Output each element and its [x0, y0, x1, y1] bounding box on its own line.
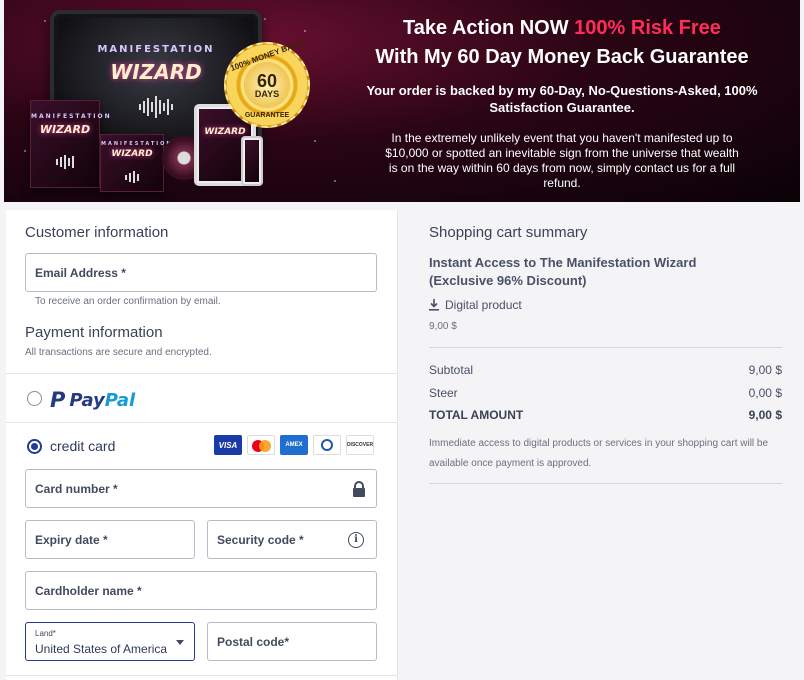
- headline-part1: Take Action NOW: [403, 17, 575, 39]
- divider: [429, 483, 782, 484]
- headline-line2: With My 60 Day Money Back Guarantee: [375, 46, 749, 68]
- subtotal-label: Subtotal: [429, 363, 474, 377]
- diners-icon: [313, 435, 341, 455]
- soundwave-icon: [139, 96, 173, 118]
- paypal-logo[interactable]: P PayPal: [50, 388, 135, 412]
- paypal-radio[interactable]: [27, 391, 42, 406]
- tax-value: 0,00 $: [748, 386, 782, 400]
- payment-info-title: Payment information: [25, 324, 163, 341]
- cardholder-name-field[interactable]: Cardholder name *: [25, 571, 377, 610]
- customer-info-title: Customer information: [25, 224, 169, 241]
- product-bundle-image: MANIFESTATION WIZARD MANIFESTATION WIZAR…: [4, 0, 334, 202]
- cart-summary: Shopping cart summary Instant Access to …: [398, 210, 800, 680]
- product-box: MANIFESTATION WIZARD: [30, 100, 112, 188]
- paypal-icon: P: [50, 388, 66, 412]
- info-icon[interactable]: i: [348, 531, 364, 548]
- visa-icon: VISA: [214, 435, 242, 455]
- seal-number: 60: [256, 70, 278, 91]
- guarantee-text: Take Action NOW 100% Risk Free With My 6…: [330, 14, 794, 191]
- credit-card-label[interactable]: credit card: [50, 438, 115, 454]
- security-label: Security code *: [217, 532, 304, 547]
- divider: [6, 675, 398, 676]
- divider: [6, 373, 398, 374]
- case-brand-name: WIZARD: [111, 149, 153, 159]
- total-value: 9,00 $: [748, 408, 782, 422]
- case-soundwave-icon: [125, 171, 139, 183]
- tax-label: Steer: [429, 386, 458, 400]
- divider: [429, 347, 782, 348]
- postal-label: Postal code*: [217, 634, 290, 649]
- divider: [6, 422, 398, 423]
- guarantee-banner: MANIFESTATION WIZARD MANIFESTATION WIZAR…: [4, 0, 800, 202]
- product-brand-top: MANIFESTATION: [97, 44, 215, 55]
- hero-body: In the extremely unlikely event that you…: [385, 131, 739, 190]
- paypal-pay-text: Pay: [69, 389, 105, 411]
- access-note: Immediate access to digital products or …: [429, 438, 769, 469]
- email-hint: To receive an order confirmation by emai…: [35, 296, 221, 307]
- payment-subtitle: All transactions are secure and encrypte…: [25, 347, 212, 358]
- tax-row: Steer 0,00 $: [429, 386, 782, 400]
- security-code-field[interactable]: Security code * i: [207, 520, 377, 559]
- download-icon: [429, 299, 439, 311]
- product-type: Digital product: [429, 298, 522, 312]
- product-type-label: Digital product: [445, 298, 522, 312]
- box-soundwave-icon: [56, 155, 74, 169]
- subtotal-row: Subtotal 9,00 $: [429, 363, 782, 377]
- country-value: United States of America: [35, 642, 168, 656]
- postal-code-field[interactable]: Postal code*: [207, 622, 377, 661]
- checkout-page: MANIFESTATION WIZARD MANIFESTATION WIZAR…: [0, 0, 804, 680]
- chevron-down-icon: [176, 640, 184, 645]
- product-price: 9,00 $: [429, 321, 457, 332]
- headline-risk-free: 100% Risk Free: [574, 17, 721, 39]
- country-select[interactable]: Land* United States of America: [25, 622, 195, 661]
- total-row: TOTAL AMOUNT 9,00 $: [429, 408, 782, 422]
- paypal-pal-text: Pal: [104, 389, 136, 411]
- hero-headline: Take Action NOW 100% Risk Free With My 6…: [330, 14, 794, 72]
- expiry-label: Expiry date *: [35, 532, 108, 547]
- case-brand-top: MANIFESTATION: [101, 141, 173, 147]
- cardholder-label: Cardholder name *: [35, 583, 142, 598]
- subtotal-value: 9,00 $: [748, 363, 782, 377]
- cart-summary-title: Shopping cart summary: [429, 224, 588, 241]
- mastercard-icon: [247, 435, 275, 455]
- expiry-date-field[interactable]: Expiry date *: [25, 520, 195, 559]
- product-case: MANIFESTATION WIZARD: [100, 134, 173, 192]
- product-phone: [241, 136, 263, 186]
- total-label: TOTAL AMOUNT: [429, 408, 524, 422]
- box-brand-top: MANIFESTATION: [31, 113, 112, 120]
- country-small-label: Land*: [35, 629, 56, 638]
- seal-bottom-text: GUARANTEE: [244, 112, 290, 119]
- card-number-label: Card number *: [35, 481, 118, 496]
- hero-subheadline: Your order is backed by my 60-Day, No-Qu…: [366, 83, 758, 115]
- card-number-field[interactable]: Card number *: [25, 469, 377, 508]
- credit-card-radio[interactable]: [27, 439, 42, 454]
- email-label: Email Address *: [35, 265, 126, 280]
- product-name: Instant Access to The Manifestation Wiza…: [429, 255, 697, 288]
- amex-icon: AMEX: [280, 435, 308, 455]
- seal-days: DAYS: [254, 88, 280, 99]
- discover-icon: DISCOVER: [346, 435, 374, 455]
- card-brand-logos: VISA AMEX DISCOVER: [214, 435, 374, 455]
- checkout-form: Customer information Email Address * To …: [6, 210, 398, 680]
- email-field[interactable]: Email Address *: [25, 253, 377, 292]
- money-back-seal: 100% MONEY BACK 60 DAYS GUARANTEE: [224, 38, 310, 128]
- lock-icon: [353, 480, 365, 497]
- box-brand-name: WIZARD: [39, 123, 91, 136]
